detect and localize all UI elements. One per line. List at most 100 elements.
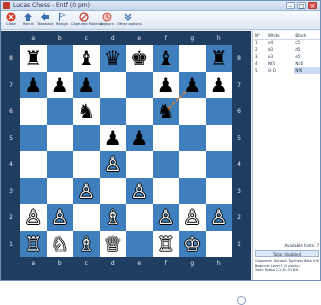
minimize-button[interactable]: –: [286, 2, 295, 10]
black-pawn-d5[interactable]: ♟: [100, 125, 127, 152]
square-g4[interactable]: [179, 151, 206, 178]
square-f3[interactable]: [152, 177, 179, 204]
square-c5[interactable]: [73, 124, 100, 151]
file-label: g: [190, 260, 195, 267]
table-row[interactable]: 3 e3 e5: [254, 53, 320, 60]
white-queen-d1[interactable]: ♕: [100, 231, 127, 258]
black-move[interactable]: Nf6: [294, 67, 320, 74]
reinit-button[interactable]: Reinit: [20, 12, 36, 29]
square-d3[interactable]: [99, 177, 126, 204]
black-knight-c6[interactable]: ♞: [73, 98, 100, 125]
white-bishop-c1[interactable]: ♗: [73, 231, 100, 258]
maximize-button[interactable]: □: [297, 2, 306, 10]
black-knight-f6[interactable]: ♞: [153, 98, 180, 125]
rank-label: 1: [9, 240, 13, 248]
square-h4[interactable]: [205, 151, 232, 178]
black-pawn-h7[interactable]: ♟: [206, 72, 233, 99]
black-pawn-a7[interactable]: ♟: [20, 72, 47, 99]
square-h5[interactable]: [205, 124, 232, 151]
white-pawn-e3[interactable]: ♙: [126, 178, 153, 205]
black-pawn-f7[interactable]: ♟: [153, 72, 180, 99]
white-move[interactable]: d3: [267, 46, 294, 53]
square-d6[interactable]: [99, 98, 126, 125]
table-row[interactable]: 2 d3 d5: [254, 46, 320, 53]
white-pawn-b2[interactable]: ♙: [47, 204, 74, 231]
square-h6[interactable]: [205, 98, 232, 125]
square-g3[interactable]: [179, 177, 206, 204]
white-king-g1[interactable]: ♔: [179, 231, 206, 258]
square-e1[interactable]: [126, 230, 153, 257]
square-g6[interactable]: [179, 98, 206, 125]
square-a3[interactable]: [20, 177, 47, 204]
white-bishop-d2[interactable]: ♗: [100, 204, 127, 231]
black-queen-d8[interactable]: ♛: [100, 45, 127, 72]
close-button[interactable]: Close: [3, 12, 19, 29]
white-pawn-g2[interactable]: ♙: [179, 204, 206, 231]
black-move[interactable]: d5: [294, 46, 320, 53]
square-b6[interactable]: [46, 98, 73, 125]
black-move[interactable]: e5: [294, 53, 320, 60]
white-pawn-a2[interactable]: ♙: [20, 204, 47, 231]
square-g5[interactable]: [179, 124, 206, 151]
square-h3[interactable]: [205, 177, 232, 204]
tutor-button[interactable]: Tutor disabled: [255, 250, 319, 257]
square-e2[interactable]: [126, 204, 153, 231]
move-number: 5: [255, 68, 258, 73]
white-knight-b1[interactable]: ♘: [47, 231, 74, 258]
captured-material-button[interactable]: Captured Material: [71, 12, 103, 29]
square-a6[interactable]: [20, 98, 47, 125]
white-move[interactable]: Nf3: [267, 60, 294, 67]
rank-label: 4: [9, 161, 13, 168]
square-d7[interactable]: [99, 71, 126, 98]
white-rook-f1[interactable]: ♖: [153, 231, 180, 258]
other-options-button[interactable]: Other options: [117, 12, 142, 29]
table-row[interactable]: 1 e4 c5: [254, 39, 320, 46]
available-hints[interactable]: Available hints: 7: [255, 242, 319, 249]
square-b4[interactable]: [46, 151, 73, 178]
white-pawn-f2[interactable]: ♙: [153, 204, 180, 231]
square-b8[interactable]: [46, 45, 73, 72]
white-move[interactable]: e3: [267, 53, 294, 60]
square-e6[interactable]: [126, 98, 153, 125]
file-label: e: [137, 260, 142, 267]
square-g8[interactable]: [179, 45, 206, 72]
black-pawn-g7[interactable]: ♟: [179, 72, 206, 99]
takeback-icon: [41, 13, 49, 21]
white-rook-a1[interactable]: ♖: [20, 231, 47, 258]
black-pawn-e5[interactable]: ♟: [126, 125, 153, 152]
square-h1[interactable]: [205, 230, 232, 257]
square-a5[interactable]: [20, 124, 47, 151]
reinit-icon: [24, 13, 32, 21]
square-b3[interactable]: [46, 177, 73, 204]
white-pawn-h2[interactable]: ♙: [206, 204, 233, 231]
table-row-selected[interactable]: 5 O-O Nf6: [254, 67, 320, 74]
white-move[interactable]: e4: [267, 39, 294, 46]
white-pawn-c3[interactable]: ♙: [73, 178, 100, 205]
black-pawn-c7[interactable]: ♟: [73, 72, 100, 99]
black-rook-a8[interactable]: ♜: [20, 45, 47, 72]
square-e7[interactable]: [126, 71, 153, 98]
black-move[interactable]: Nc6: [294, 60, 320, 67]
square-f5[interactable]: [152, 124, 179, 151]
resign-button[interactable]: Resign: [54, 12, 70, 29]
black-bishop-c8[interactable]: ♝: [73, 45, 100, 72]
white-pawn-d4[interactable]: ♙: [100, 151, 127, 178]
rank-label: 8: [9, 55, 13, 62]
table-row[interactable]: 4 Nf3 Nc6: [254, 60, 320, 67]
square-c4[interactable]: [73, 151, 100, 178]
square-a4[interactable]: [20, 151, 47, 178]
square-e4[interactable]: [126, 151, 153, 178]
black-king-e8[interactable]: ♚: [126, 45, 153, 72]
square-f4[interactable]: [152, 151, 179, 178]
square-c2[interactable]: [73, 204, 100, 231]
adjourn-button[interactable]: Adjourn: [98, 12, 116, 29]
black-bishop-f8[interactable]: ♝: [153, 45, 180, 72]
takeback-button[interactable]: Takeback: [37, 12, 54, 29]
black-pawn-b7[interactable]: ♟: [47, 72, 74, 99]
black-rook-h8[interactable]: ♜: [206, 45, 233, 72]
close-window-button[interactable]: ×: [308, 2, 317, 10]
white-move[interactable]: O-O: [267, 67, 294, 74]
file-label: a: [31, 35, 36, 42]
black-move[interactable]: c5: [294, 39, 320, 46]
square-b5[interactable]: [46, 124, 73, 151]
